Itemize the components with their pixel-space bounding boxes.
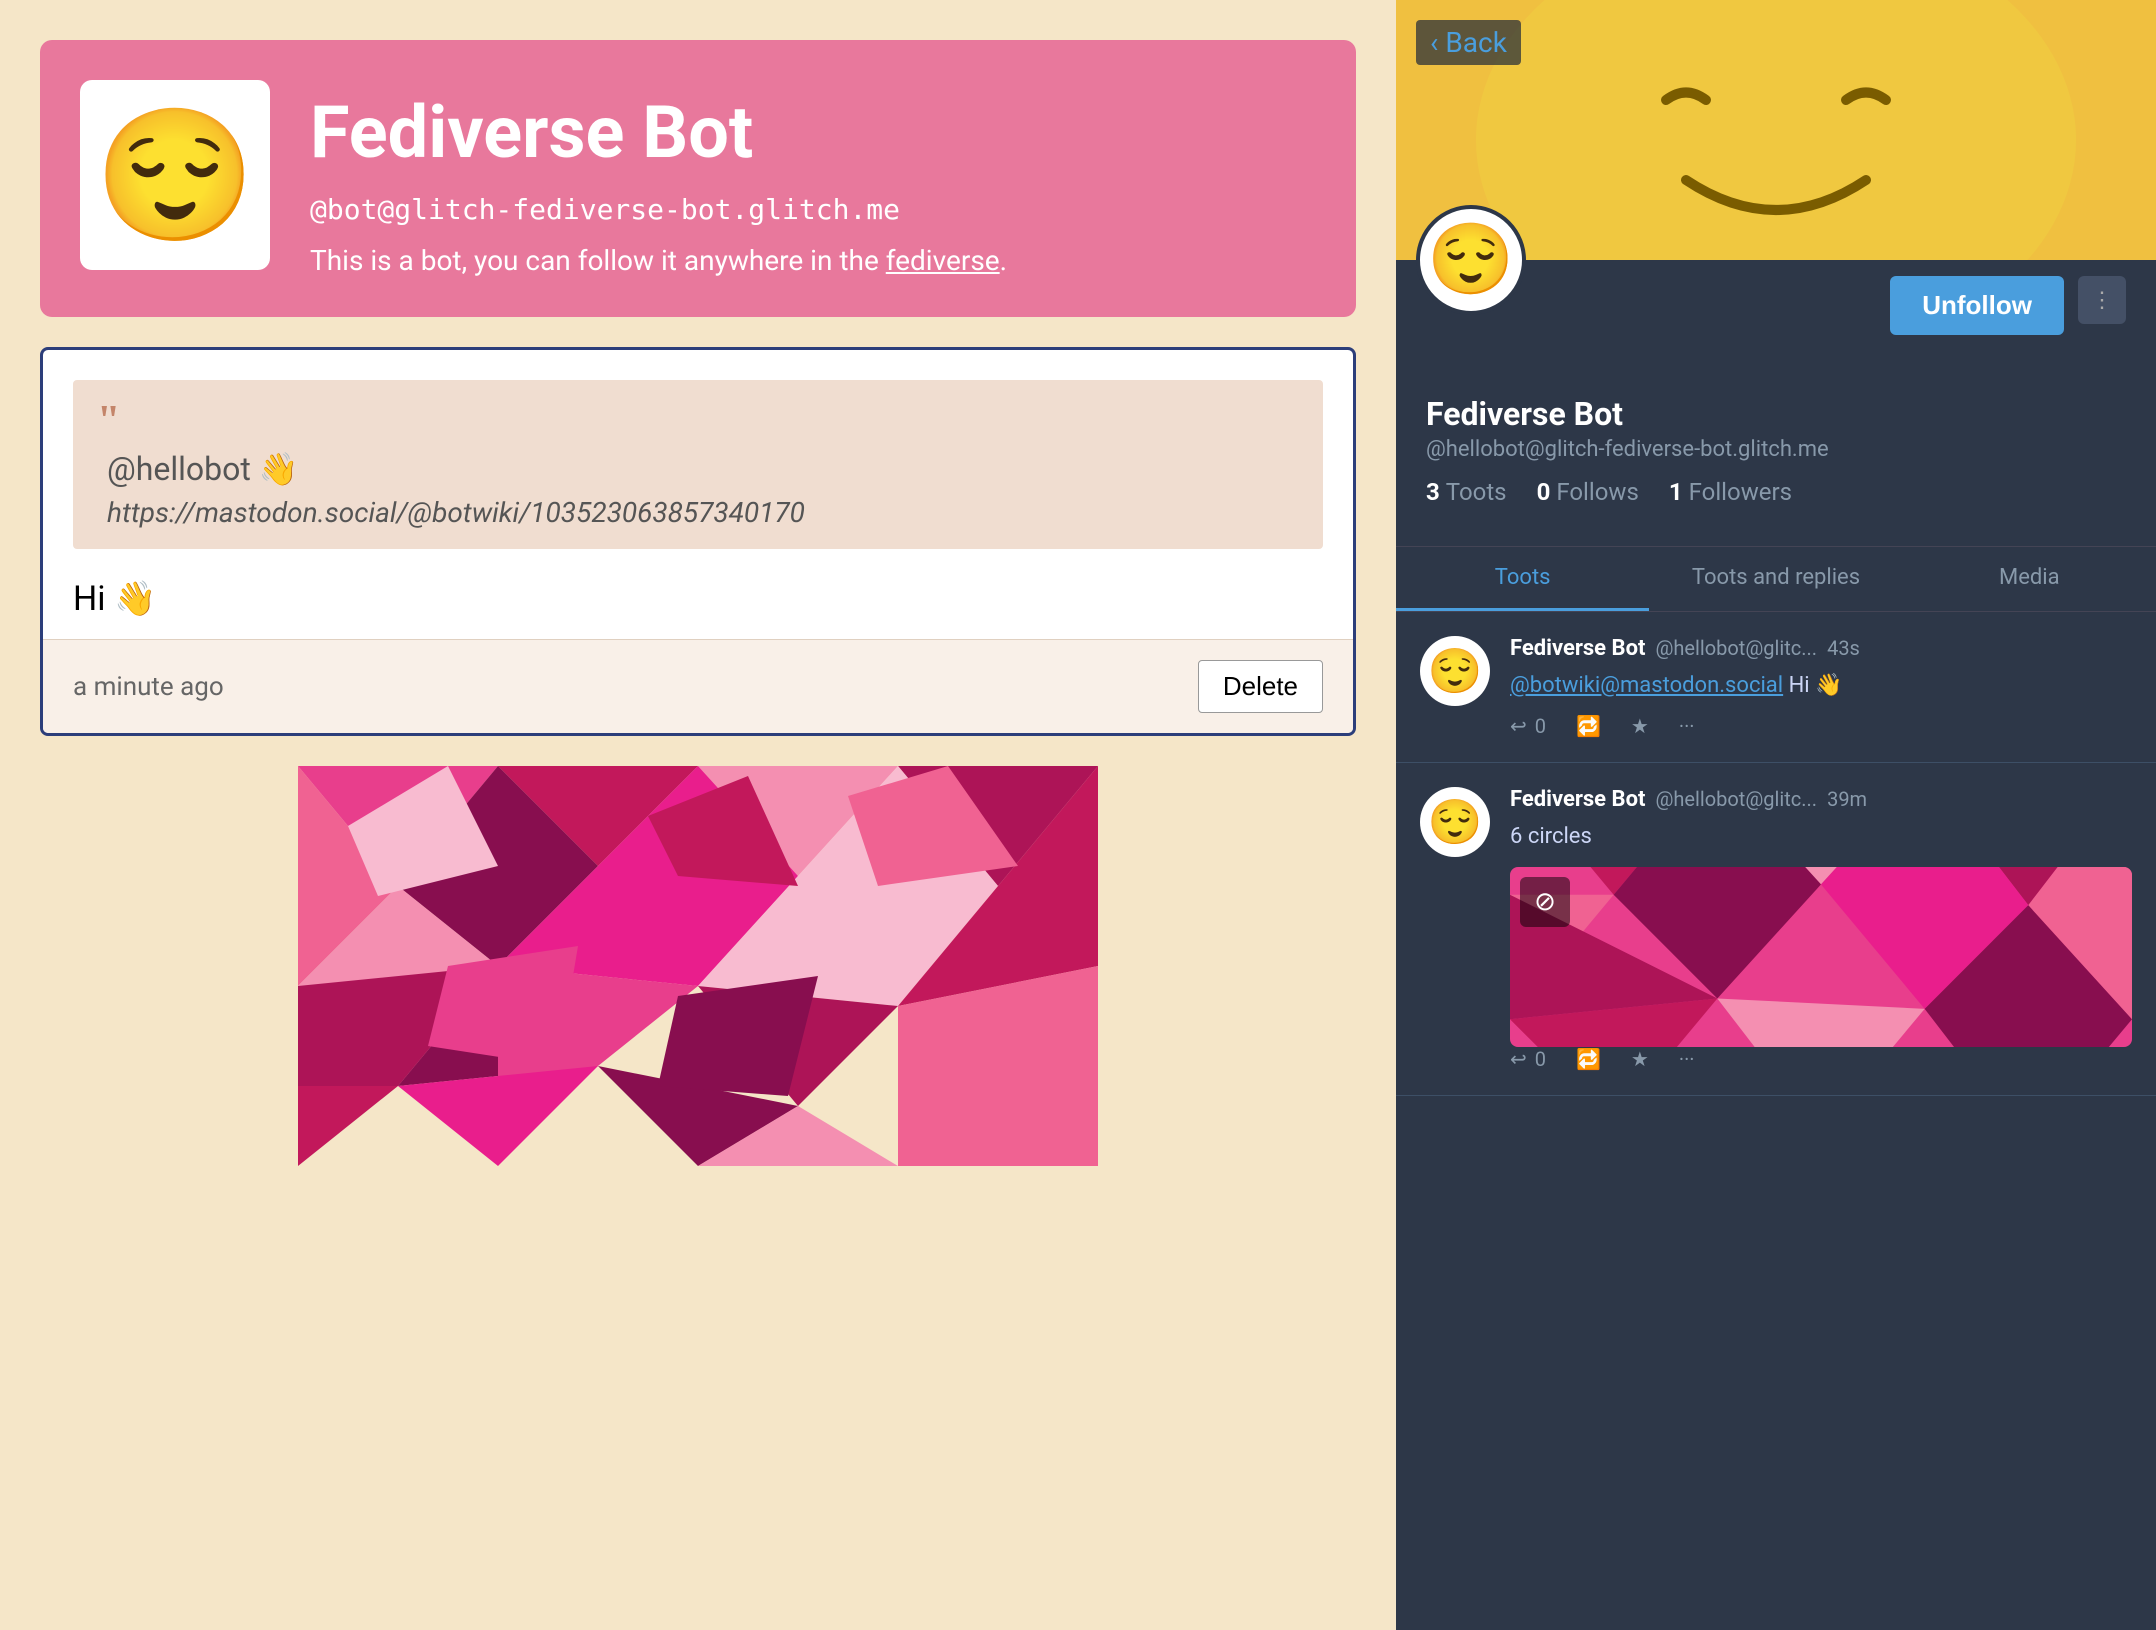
right-avatar: 😌 <box>1416 205 1526 315</box>
more-action[interactable]: ··· <box>1679 1047 1695 1071</box>
right-stats: 3 Toots 0 Follows 1 Followers <box>1426 478 2126 506</box>
media-overlay-icon: ⊘ <box>1520 877 1570 927</box>
profile-avatar: 😌 <box>80 80 270 270</box>
post-card: " @hellobot 👋 https://mastodon.social/@b… <box>40 347 1356 736</box>
toot-text: 6 circles <box>1510 820 2132 853</box>
retweet-action[interactable]: 🔁 <box>1576 714 1601 738</box>
toot-item: 😌 Fediverse Bot @hellobot@glitc... 43s @… <box>1396 612 2156 763</box>
fediverse-link[interactable]: fediverse <box>886 244 1000 277</box>
right-name: Fediverse Bot <box>1426 395 2126 433</box>
right-profile-actions: Unfollow ⋮ <box>1426 260 2126 335</box>
stat-followers: 1 Followers <box>1669 478 1792 506</box>
quote-link: https://mastodon.social/@botwiki/1035230… <box>97 496 1299 529</box>
more-button[interactable]: ⋮ <box>2078 276 2126 324</box>
unfollow-button[interactable]: Unfollow <box>1890 276 2064 335</box>
back-link[interactable]: Back <box>1416 20 1521 65</box>
toot-handle: @hellobot@glitc... <box>1655 636 1817 660</box>
toot-text: @botwiki@mastodon.social Hi 👋 <box>1510 669 2132 702</box>
more-action[interactable]: ··· <box>1679 714 1695 738</box>
followers-count: 1 <box>1669 478 1683 506</box>
post-quote: " @hellobot 👋 https://mastodon.social/@b… <box>73 380 1323 549</box>
profile-info: Fediverse Bot @bot@glitch-fediverse-bot.… <box>310 80 1007 277</box>
toot-header: Fediverse Bot @hellobot@glitc... 39m <box>1510 787 2132 812</box>
toot-actions: ↩ 0 🔁 ★ ··· <box>1510 714 2132 738</box>
tab-toots-replies[interactable]: Toots and replies <box>1649 547 1902 611</box>
bio-text-prefix: This is a bot, you can follow it anywher… <box>310 244 886 277</box>
fav-icon: ★ <box>1631 714 1649 738</box>
toot-media[interactable]: ⊘ <box>1510 867 2132 1047</box>
fav-action[interactable]: ★ <box>1631 714 1649 738</box>
toot-name: Fediverse Bot <box>1510 787 1645 812</box>
bio-text-suffix: . <box>1000 244 1007 277</box>
toot-avatar: 😌 <box>1420 787 1490 857</box>
stat-follows: 0 Follows <box>1537 478 1639 506</box>
toot-body: Fediverse Bot @hellobot@glitc... 39m 6 c… <box>1510 787 2132 1071</box>
stat-toots: 3 Toots <box>1426 478 1507 506</box>
right-tabs: Toots Toots and replies Media <box>1396 546 2156 612</box>
tab-toots[interactable]: Toots <box>1396 547 1649 611</box>
retweet-icon: 🔁 <box>1576 714 1601 738</box>
reply-count: 0 <box>1535 714 1546 738</box>
quote-mark: " <box>97 400 1299 442</box>
follows-label: Follows <box>1556 478 1639 506</box>
retweet-icon: 🔁 <box>1576 1047 1601 1071</box>
profile-header: 😌 Fediverse Bot @bot@glitch-fediverse-bo… <box>40 40 1356 317</box>
profile-bio: This is a bot, you can follow it anywher… <box>310 244 1007 277</box>
reply-action[interactable]: ↩ 0 <box>1510 714 1546 738</box>
toot-item: 😌 Fediverse Bot @hellobot@glitc... 39m 6… <box>1396 763 2156 1096</box>
toot-name: Fediverse Bot <box>1510 636 1645 661</box>
toot-avatar: 😌 <box>1420 636 1490 706</box>
more-icon: ··· <box>1679 1047 1695 1071</box>
toot-header: Fediverse Bot @hellobot@glitc... 43s <box>1510 636 2132 661</box>
toot-body: Fediverse Bot @hellobot@glitc... 43s @bo… <box>1510 636 2132 738</box>
left-panel: 😌 Fediverse Bot @bot@glitch-fediverse-bo… <box>0 0 1396 1630</box>
toot-time: 43s <box>1827 636 1860 660</box>
retweet-action[interactable]: 🔁 <box>1576 1047 1601 1071</box>
toot-time: 39m <box>1827 787 1867 811</box>
reply-action[interactable]: ↩ 0 <box>1510 1047 1546 1071</box>
right-panel: Back 😌 Unfollow ⋮ Fediverse Bot @hellobo… <box>1396 0 2156 1630</box>
toot-actions: ↩ 0 🔁 ★ ··· <box>1510 1047 2132 1071</box>
toots-label: Toots <box>1446 478 1507 506</box>
right-handle: @hellobot@glitch-fediverse-bot.glitch.me <box>1426 437 2126 462</box>
fav-icon: ★ <box>1631 1047 1649 1071</box>
right-profile-section: 😌 Unfollow ⋮ Fediverse Bot @hellobot@gli… <box>1396 260 2156 546</box>
fav-action[interactable]: ★ <box>1631 1047 1649 1071</box>
toot-mention[interactable]: @botwiki@mastodon.social <box>1510 673 1783 698</box>
tab-media[interactable]: Media <box>1903 547 2156 611</box>
quote-mention: @hellobot 👋 <box>97 450 1299 488</box>
followers-label: Followers <box>1689 478 1792 506</box>
avatar-emoji: 😌 <box>94 99 256 252</box>
reply-count: 0 <box>1535 1047 1546 1071</box>
toots-feed: 😌 Fediverse Bot @hellobot@glitc... 43s @… <box>1396 612 2156 1630</box>
reply-icon: ↩ <box>1510 714 1527 738</box>
toot-handle: @hellobot@glitc... <box>1655 787 1817 811</box>
right-avatar-emoji: 😌 <box>1427 219 1514 301</box>
post-footer: a minute ago Delete <box>43 639 1353 733</box>
delete-button[interactable]: Delete <box>1198 660 1323 713</box>
profile-name: Fediverse Bot <box>310 90 1007 175</box>
more-icon: ··· <box>1679 714 1695 738</box>
profile-handle: @bot@glitch-fediverse-bot.glitch.me <box>310 193 1007 226</box>
geo-image <box>40 766 1356 1166</box>
follows-count: 0 <box>1537 478 1551 506</box>
post-time: a minute ago <box>73 672 224 702</box>
post-content: Hi 👋 <box>43 569 1353 639</box>
toots-count: 3 <box>1426 478 1440 506</box>
reply-icon: ↩ <box>1510 1047 1527 1071</box>
